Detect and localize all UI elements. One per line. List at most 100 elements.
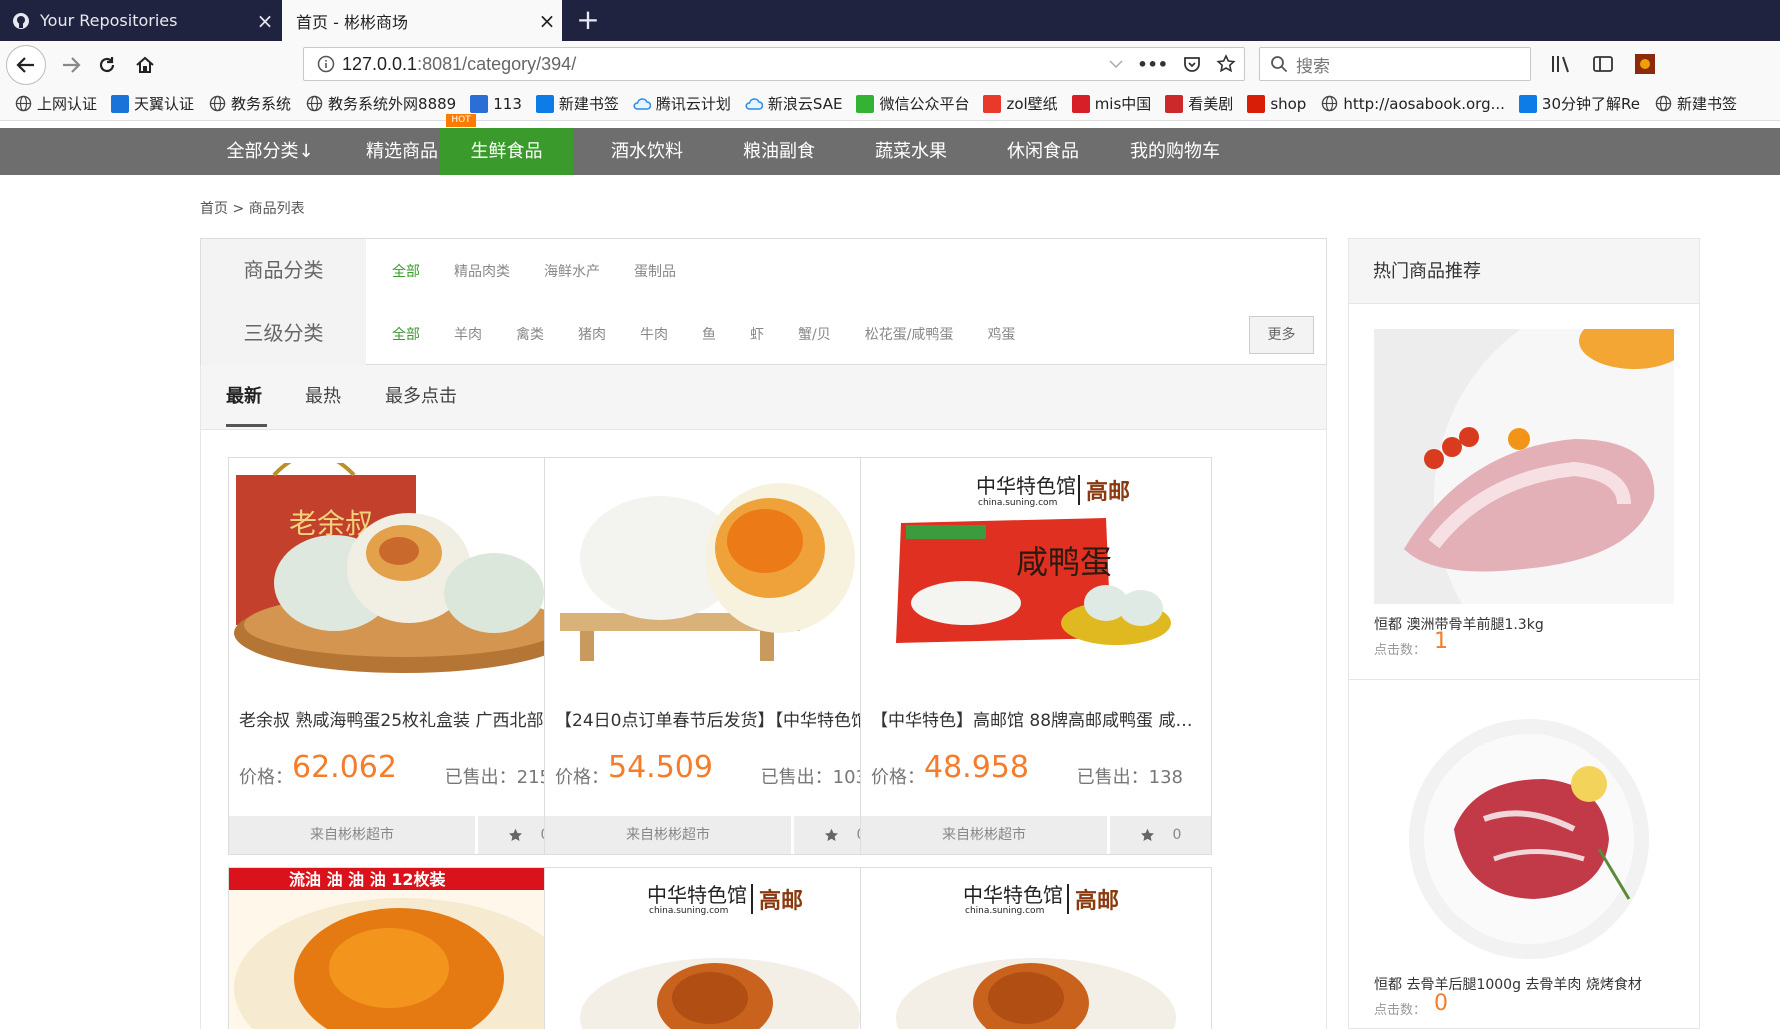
product-image[interactable] [550,463,890,673]
bookmark-item[interactable]: 教务系统 [208,93,291,114]
product-source[interactable]: 来自彬彬超市 [861,816,1107,854]
recommended-item[interactable]: 恒都 去骨羊后腿1000g 去骨羊肉 烧烤食材 点击数： 0 [1349,709,1699,1029]
globe-icon [14,95,32,113]
library-icon[interactable] [1550,53,1572,75]
product-card[interactable]: 【24日0点订单春节后发货】【中华特色馆】高邮咸鸭蛋 价格： 54.509 已售… [544,457,896,855]
pocket-icon[interactable] [1182,54,1202,74]
subcategory-option[interactable]: 全部 [392,324,420,344]
card-footer: 来自彬彬超市 0 [861,816,1211,854]
close-icon[interactable]: × [532,9,562,33]
product-card[interactable]: 老余叔 老余叔 熟咸海鸭蛋25枚礼盒装 广西北部湾海鸭蛋 流油红心咸鸭蛋 价格：… [228,457,580,855]
product-name[interactable]: 【24日0点订单春节后发货】【中华特色馆】高邮咸鸭蛋 [555,706,885,731]
globe-icon [208,95,226,113]
product-image[interactable]: 中华特色馆 china.suning.com 高邮 [545,868,895,1029]
subcategory-option[interactable]: 松花蛋/咸鸭蛋 [865,324,954,344]
recommended-item[interactable]: 恒都 澳洲带骨羊前腿1.3kg 点击数： 1 [1349,329,1699,659]
product-name[interactable]: 老余叔 熟咸海鸭蛋25枚礼盒装 广西北部湾海鸭蛋 流油红心咸鸭蛋 [239,706,569,731]
product-image[interactable]: 中华特色馆 china.suning.com 高邮 [861,868,1211,1029]
breadcrumb-home[interactable]: 首页 [200,201,228,217]
product-card[interactable]: 中华特色馆 china.suning.com 高邮 [860,867,1212,1029]
category-filter-label: 商品分类 [201,239,366,302]
home-button[interactable] [128,48,162,82]
nav-item[interactable]: 蔬菜水果 [836,128,986,175]
bookmark-item[interactable]: 上网认证 [14,93,97,114]
subcategory-option[interactable]: 鸡蛋 [987,324,1015,344]
bookmark-item[interactable]: 看美剧 [1165,93,1233,114]
subcategory-option[interactable]: 羊肉 [454,324,482,344]
forward-button[interactable] [54,48,88,82]
c-icon [1247,94,1266,113]
product-card[interactable]: 中华特色馆 china.suning.com 高邮 [544,867,896,1029]
address-bar[interactable]: 127.0.0.1:8081/category/394/ ••• [303,47,1245,81]
bookmark-item[interactable]: 新浪云SAE [745,93,842,114]
chevron-down-icon[interactable] [1109,59,1123,69]
sort-tab-newest[interactable]: 最新 [226,365,262,428]
product-name[interactable]: 【中华特色】高邮馆 88牌高邮咸鸭蛋 咸蛋 礼盒装 [871,706,1201,731]
product-card[interactable]: 流油 油 油 油 12枚装 [228,867,580,1029]
category-option[interactable]: 蛋制品 [634,261,676,281]
subcategory-option[interactable]: 鱼 [702,324,716,344]
bookmark-item[interactable]: 天翼认证 [111,93,194,114]
bookmark-item[interactable]: 腾讯云计划 [633,93,731,114]
sort-tab-most-clicked[interactable]: 最多点击 [385,365,457,428]
subcategory-option[interactable]: 牛肉 [640,324,668,344]
bookmark-item[interactable]: 新建书签 [1654,93,1737,114]
site-nav-bar: 全部分类↓ 精选商品 生鲜食品 酒水饮料 粮油副食 蔬菜水果 休闲食品 我的购物车 [0,128,1780,175]
extension-icon[interactable] [1634,53,1656,75]
product-image[interactable]: 中华特色馆 china.suning.com 高邮 咸鸭蛋 [866,463,1206,673]
more-button[interactable]: 更多 [1249,316,1314,354]
bookmark-item[interactable]: 微信公众平台 [856,93,969,114]
bookmark-item[interactable]: http://aosabook.org... [1320,95,1505,113]
product-card[interactable]: 中华特色馆 china.suning.com 高邮 咸鸭蛋 【中华特色】高邮馆 … [860,457,1212,855]
product-image[interactable]: 流油 油 油 油 12枚装 [229,868,579,1029]
wechat-icon [856,94,875,113]
category-option[interactable]: 精品肉类 [454,261,510,281]
recommended-image[interactable] [1374,709,1674,969]
bookmark-label: 微信公众平台 [879,95,970,113]
zol-icon [983,94,1002,113]
new-tab-button[interactable]: + [572,4,604,36]
bookmark-label: 教务系统外网8889 [328,95,457,113]
nav-item[interactable]: 我的购物车 [1100,128,1250,175]
tab-homepage[interactable]: 首页 - 彬彬商场 × [282,0,562,41]
bookmark-item[interactable]: 新建书签 [535,93,619,114]
product-price: 48.958 [924,750,1029,785]
bookmark-item[interactable]: 教务系统外网8889 [305,93,456,114]
info-icon[interactable] [310,55,342,73]
reload-button[interactable] [90,48,124,82]
subcategory-option[interactable]: 猪肉 [578,324,606,344]
bookmark-item[interactable]: shop [1247,94,1306,113]
subcategory-option[interactable]: 蟹/贝 [798,324,831,344]
nav-item[interactable]: 全部分类↓ [195,128,345,175]
recommended-image[interactable] [1374,329,1674,604]
tab-your-repositories[interactable]: Your Repositories × [0,0,280,41]
close-icon[interactable]: × [250,9,280,33]
page-actions-menu[interactable]: ••• [1137,55,1168,74]
sidebar-icon[interactable] [1592,53,1614,75]
favorite-button[interactable]: 0 [1110,816,1211,854]
nav-item[interactable]: 生鲜食品 [440,128,573,175]
search-input[interactable]: 搜索 [1259,47,1531,81]
subcategory-option[interactable]: 虾 [750,324,764,344]
bookmark-item[interactable]: mis中国 [1071,93,1151,114]
category-option[interactable]: 全部 [392,261,420,281]
bookmark-star-icon[interactable] [1216,54,1236,74]
subcategory-option[interactable]: 禽类 [516,324,544,344]
back-button[interactable] [6,45,46,85]
subcategory-filter-label: 三级分类 [201,302,366,365]
product-source[interactable]: 来自彬彬超市 [229,816,475,854]
bookmark-item[interactable]: 30分钟了解Re [1518,93,1640,114]
sort-tab-hottest[interactable]: 最热 [305,365,341,428]
sidebar-title: 热门商品推荐 [1349,239,1699,304]
category-option[interactable]: 海鲜水产 [544,261,600,281]
product-source[interactable]: 来自彬彬超市 [545,816,791,854]
recommended-name[interactable]: 恒都 去骨羊后腿1000g 去骨羊肉 烧烤食材 [1374,974,1642,994]
arrow-right-icon [63,57,81,73]
bookmark-item[interactable]: zol壁纸 [983,93,1058,114]
product-image[interactable]: 老余叔 [234,463,574,673]
nav-item[interactable]: 休闲食品 [968,128,1118,175]
bookmark-item[interactable]: 113 [470,94,522,113]
recommended-name[interactable]: 恒都 澳洲带骨羊前腿1.3kg [1374,614,1544,634]
nav-item[interactable]: 粮油副食 [704,128,854,175]
nav-item[interactable]: 酒水饮料 [572,128,722,175]
